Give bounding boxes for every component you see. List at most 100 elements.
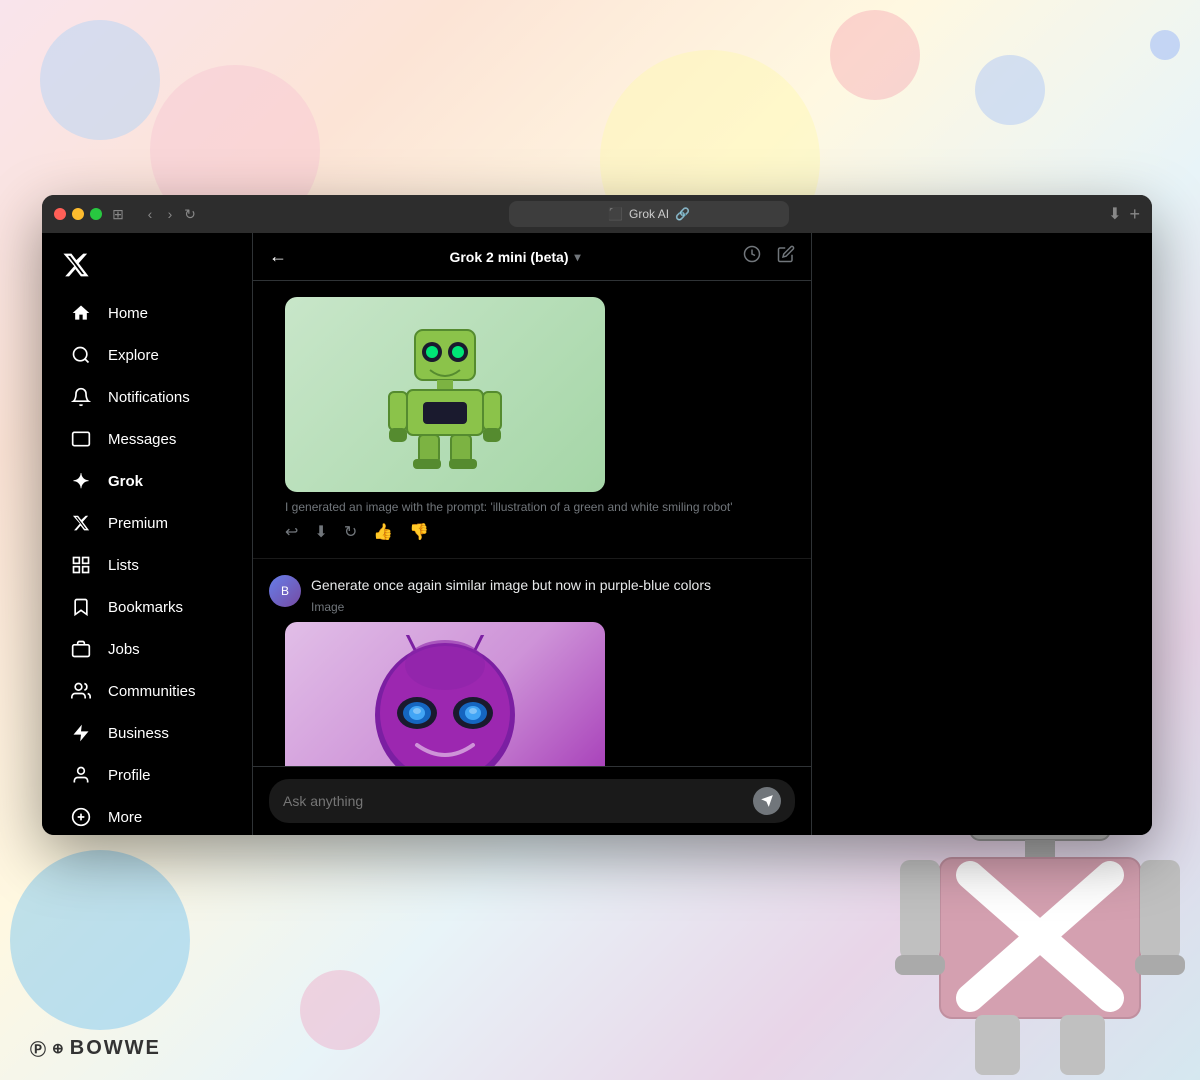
lock-icon: ⬛ bbox=[608, 207, 623, 221]
purple-robot-svg bbox=[365, 635, 525, 767]
address-bar[interactable]: ⬛ Grok AI 🔗 bbox=[509, 201, 789, 227]
link-icon: 🔗 bbox=[675, 207, 690, 221]
premium-icon bbox=[70, 512, 92, 534]
new-tab-icon[interactable]: + bbox=[1129, 204, 1140, 225]
image-label: Image bbox=[311, 600, 711, 614]
nav-items: Home Explore Notifications bbox=[42, 292, 252, 835]
maximize-button[interactable] bbox=[90, 208, 102, 220]
sidebar-item-grok[interactable]: ✦ Grok bbox=[50, 460, 244, 502]
sidebar-item-notifications[interactable]: Notifications bbox=[50, 376, 244, 418]
history-icon[interactable] bbox=[743, 245, 761, 268]
notifications-label: Notifications bbox=[108, 389, 190, 406]
browser-toolbar: ⊞ ‹ › ↻ ⬛ Grok AI 🔗 ⬇ + bbox=[42, 195, 1152, 233]
action-bar-green: ↩ ⬇ ↻ 👍 👎 bbox=[285, 522, 779, 542]
browser-actions: ⬇ + bbox=[1108, 204, 1140, 225]
refresh-action[interactable]: ↻ bbox=[344, 522, 357, 542]
traffic-lights bbox=[54, 208, 102, 220]
lists-label: Lists bbox=[108, 557, 139, 574]
message-user-purple-request: B Generate once again similar image but … bbox=[253, 559, 811, 766]
forward-nav-button[interactable]: › bbox=[162, 206, 178, 222]
sidebar-item-jobs[interactable]: Jobs bbox=[50, 628, 244, 670]
bg-circle-3 bbox=[830, 10, 920, 100]
sidebar-item-business[interactable]: Business bbox=[50, 712, 244, 754]
like-action[interactable]: ↩ bbox=[285, 522, 298, 542]
back-button[interactable]: ← bbox=[269, 246, 287, 267]
reload-button[interactable]: ↻ bbox=[182, 206, 198, 222]
communities-label: Communities bbox=[108, 683, 196, 700]
compose-icon[interactable] bbox=[777, 245, 795, 268]
main-panel: ← Grok 2 mini (beta) ▾ bbox=[252, 233, 812, 835]
messages-icon bbox=[70, 428, 92, 450]
download-action[interactable]: ⬇ bbox=[314, 522, 327, 542]
x-logo-svg bbox=[62, 251, 90, 279]
tab-title: Grok AI bbox=[629, 207, 669, 221]
browser-window: ⊞ ‹ › ↻ ⬛ Grok AI 🔗 ⬇ + bbox=[42, 195, 1152, 835]
green-robot-svg bbox=[385, 320, 505, 470]
grok-model-name: Grok 2 mini (beta) bbox=[449, 249, 568, 265]
header-actions bbox=[743, 245, 795, 268]
chevron-down-icon[interactable]: ▾ bbox=[575, 250, 581, 264]
sidebar-item-communities[interactable]: Communities bbox=[50, 670, 244, 712]
profile-icon bbox=[70, 764, 92, 786]
user-msg-text: Generate once again similar image but no… bbox=[311, 575, 711, 596]
grok-title: Grok 2 mini (beta) ▾ bbox=[449, 249, 580, 265]
user-message-row: B Generate once again similar image but … bbox=[269, 575, 795, 614]
sidebar-item-profile[interactable]: Profile bbox=[50, 754, 244, 796]
bg-circle-1 bbox=[40, 20, 160, 140]
generated-image-purple bbox=[285, 622, 605, 766]
back-nav-button[interactable]: ‹ bbox=[142, 206, 158, 222]
close-button[interactable] bbox=[54, 208, 66, 220]
sidebar-item-lists[interactable]: Lists bbox=[50, 544, 244, 586]
robot-image-purple bbox=[285, 622, 605, 766]
grok-header: ← Grok 2 mini (beta) ▾ bbox=[253, 233, 811, 281]
input-wrapper bbox=[269, 779, 795, 823]
bookmarks-icon bbox=[70, 596, 92, 618]
more-icon bbox=[70, 806, 92, 828]
app-content: Home Explore Notifications bbox=[42, 233, 1152, 835]
download-icon[interactable]: ⬇ bbox=[1108, 204, 1121, 225]
business-label: Business bbox=[108, 725, 169, 742]
chat-area: I generated an image with the prompt: 'i… bbox=[253, 281, 811, 766]
bg-circle-6 bbox=[10, 850, 190, 1030]
bg-circle-8 bbox=[1150, 30, 1180, 60]
communities-icon bbox=[70, 680, 92, 702]
image-response-green: I generated an image with the prompt: 'i… bbox=[285, 297, 779, 542]
sidebar-toggle-button[interactable]: ⊞ bbox=[110, 206, 126, 222]
sidebar-item-messages[interactable]: Messages bbox=[50, 418, 244, 460]
sidebar-item-explore[interactable]: Explore bbox=[50, 334, 244, 376]
watermark-copyright: Ⓟ bbox=[30, 1036, 46, 1060]
grok-label: Grok bbox=[108, 473, 143, 490]
thumbs-down-action[interactable]: 👎 bbox=[409, 522, 429, 542]
jobs-label: Jobs bbox=[108, 641, 140, 658]
sidebar-item-home[interactable]: Home bbox=[50, 292, 244, 334]
lists-icon bbox=[70, 554, 92, 576]
notifications-icon bbox=[70, 386, 92, 408]
home-label: Home bbox=[108, 305, 148, 322]
watermark-cc: ⊕ bbox=[52, 1040, 64, 1057]
thumbs-up-action[interactable]: 👍 bbox=[373, 522, 393, 542]
sidebar-item-more[interactable]: More bbox=[50, 796, 244, 835]
ask-anything-input[interactable] bbox=[283, 793, 753, 809]
sidebar-item-premium[interactable]: Premium bbox=[50, 502, 244, 544]
right-panel bbox=[812, 233, 1152, 835]
input-area bbox=[253, 766, 811, 835]
home-icon bbox=[70, 302, 92, 324]
watermark-text: BOWWE bbox=[70, 1037, 161, 1060]
minimize-button[interactable] bbox=[72, 208, 84, 220]
grok-icon: ✦ bbox=[70, 470, 92, 492]
address-bar-wrap: ⬛ Grok AI 🔗 bbox=[206, 201, 1092, 227]
generated-image-green bbox=[285, 297, 605, 492]
explore-icon bbox=[70, 344, 92, 366]
more-label: More bbox=[108, 809, 142, 826]
sidebar: Home Explore Notifications bbox=[42, 233, 252, 835]
send-button[interactable] bbox=[753, 787, 781, 815]
robot-image-green bbox=[285, 297, 605, 492]
user-msg-avatar: B bbox=[269, 575, 301, 607]
message-green-robot: I generated an image with the prompt: 'i… bbox=[253, 281, 811, 559]
messages-label: Messages bbox=[108, 431, 176, 448]
jobs-icon bbox=[70, 638, 92, 660]
watermark: Ⓟ ⊕ BOWWE bbox=[30, 1036, 161, 1060]
sidebar-item-bookmarks[interactable]: Bookmarks bbox=[50, 586, 244, 628]
explore-label: Explore bbox=[108, 347, 159, 364]
x-logo[interactable] bbox=[42, 241, 252, 292]
